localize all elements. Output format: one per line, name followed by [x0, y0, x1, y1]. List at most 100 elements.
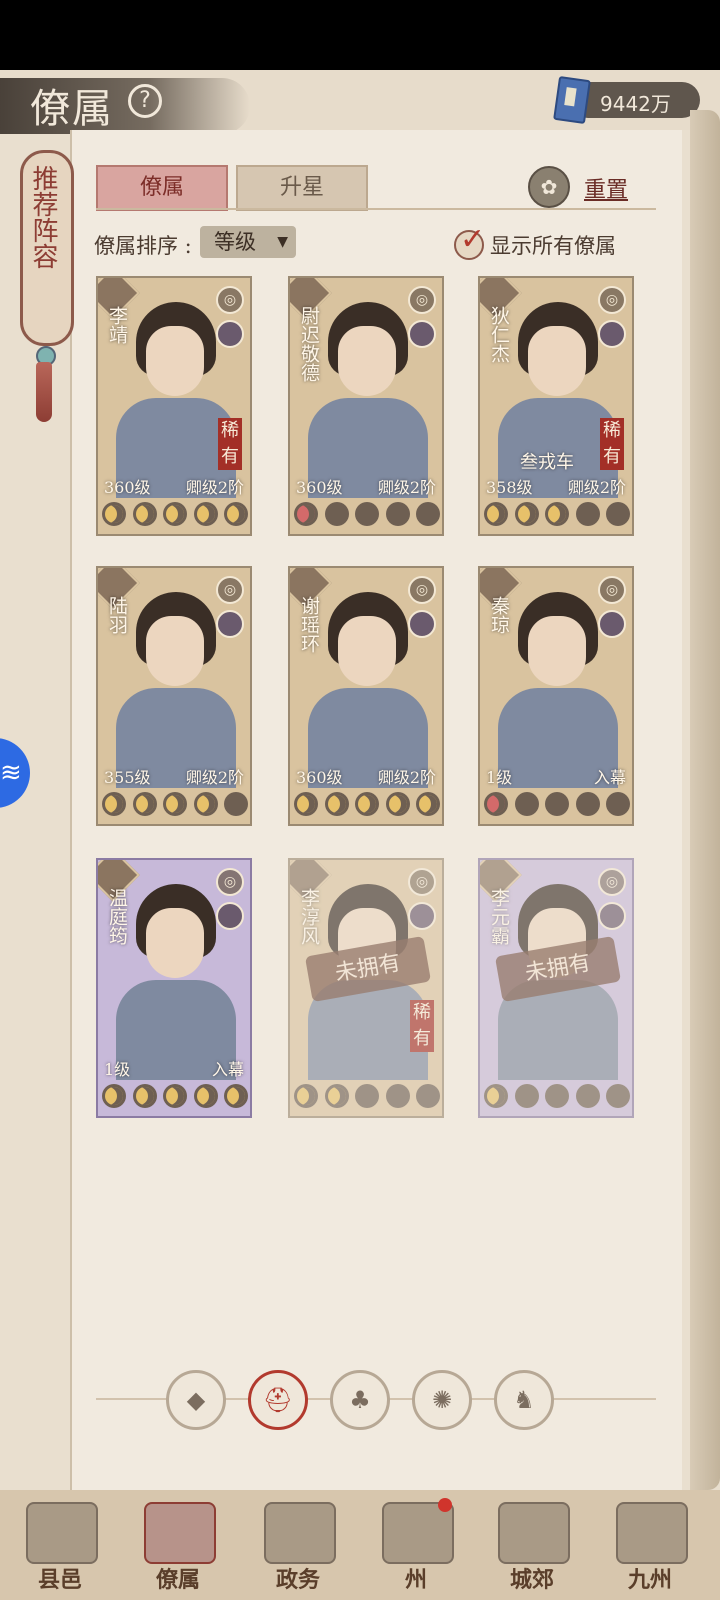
county-icon [26, 1502, 98, 1564]
star-row [294, 502, 440, 530]
mini-avatar-icon [598, 902, 626, 930]
nav-suburb[interactable]: 城郊 [482, 1498, 582, 1598]
hero-name: 李元霸 [488, 888, 510, 945]
moon-star-icon [514, 502, 539, 526]
hero-card[interactable]: ◎ 李元霸 未拥有 [478, 858, 634, 1118]
moon-star-icon [193, 1084, 218, 1108]
moon-star-icon [385, 792, 410, 816]
hero-card[interactable]: ◎ 谢瑶环 360级 卿级2阶 [288, 566, 444, 826]
shield-icon: ◎ [216, 286, 244, 314]
moon-star-icon [355, 1084, 379, 1108]
hero-level: 1级 [104, 1060, 131, 1079]
moon-star-icon [224, 1084, 248, 1108]
hero-card[interactable]: ◎ 温庭筠 1级 入幕 [96, 858, 252, 1118]
nav-label: 政务 [275, 1567, 320, 1593]
nav-label: 九州 [627, 1567, 672, 1593]
recommend-lineup-tag[interactable]: 推荐阵容 [20, 150, 74, 346]
nav-subordinates[interactable]: 僚属 [128, 1498, 228, 1598]
hero-name: 秦琼 [488, 596, 510, 634]
portrait-face [146, 326, 204, 396]
hero-rank: 卿级2阶 [567, 478, 626, 497]
nav-government[interactable]: 政务 [248, 1498, 348, 1598]
star-row [294, 1084, 440, 1112]
moon-star-icon [575, 1084, 600, 1108]
moon-star-icon [385, 1084, 410, 1108]
portrait-face [146, 616, 204, 686]
moon-star-icon [545, 1084, 569, 1108]
sort-dropdown[interactable]: 等级 ▼ [200, 226, 296, 258]
mini-avatar-icon [408, 902, 436, 930]
moon-star-icon [294, 502, 318, 526]
nav-county[interactable]: 县邑 [10, 1498, 110, 1598]
reset-button[interactable]: ✿ 重置 [528, 166, 658, 208]
moon-star-icon [163, 792, 187, 816]
moon-star-icon [132, 1084, 157, 1108]
currency-value: 9442万 [600, 92, 671, 116]
hero-name: 李淳风 [298, 888, 320, 945]
moon-star-icon [606, 502, 630, 526]
filter-helmet-icon[interactable]: ⛑ [248, 1370, 308, 1430]
hat-icon: ◎ [408, 868, 436, 896]
hero-card[interactable]: ◎ 李靖 稀有 360级 卿级2阶 [96, 276, 252, 536]
filter-diamond-icon[interactable]: ◆ [166, 1370, 226, 1430]
help-icon[interactable]: ? [128, 84, 162, 118]
moon-star-icon [416, 502, 440, 526]
rare-badge: 稀有 [600, 418, 624, 470]
moon-star-icon [102, 792, 126, 816]
chevron-down-icon: ▼ [277, 234, 288, 250]
tab-subordinates[interactable]: 僚属 [96, 165, 228, 211]
hero-level: 360级 [296, 478, 343, 497]
hero-rank: 卿级2阶 [185, 478, 244, 497]
moon-star-icon [416, 792, 440, 816]
hero-card[interactable]: ◎ 尉迟敬德 360级 卿级2阶 [288, 276, 444, 536]
hero-card[interactable]: ◎ 秦琼 1级 入幕 [478, 566, 634, 826]
hero-name: 温庭筠 [106, 888, 128, 945]
tab-upgrade-star[interactable]: 升星 [236, 165, 368, 211]
moon-star-icon [514, 792, 539, 816]
mini-avatar-icon [598, 320, 626, 348]
hero-level: 1级 [486, 768, 513, 787]
star-row [484, 1084, 630, 1112]
moon-star-icon [294, 1084, 318, 1108]
mini-avatar-icon [598, 610, 626, 638]
star-row [102, 792, 248, 820]
nav-state[interactable]: 州 [366, 1498, 466, 1598]
moon-star-icon [294, 792, 318, 816]
nav-nine-provinces[interactable]: 九州 [600, 1498, 700, 1598]
mini-avatar-icon [216, 902, 244, 930]
hero-card[interactable]: ◎ 李淳风 稀有 未拥有 [288, 858, 444, 1118]
filter-gourd-icon[interactable]: ♣ [330, 1370, 390, 1430]
moon-star-icon [575, 792, 600, 816]
moon-star-icon [193, 792, 218, 816]
hero-rank: 入幕 [211, 1060, 244, 1079]
tree-icon [498, 1502, 570, 1564]
hero-card[interactable]: ◎ 狄仁杰 稀有 叁戎车 358级 卿级2阶 [478, 276, 634, 536]
mini-avatar-icon [216, 320, 244, 348]
moon-star-icon [385, 502, 410, 526]
currency-counter[interactable]: 9442万 [553, 75, 700, 125]
reset-label: 重置 [584, 178, 629, 203]
hero-level: 355级 [104, 768, 151, 787]
mini-avatar-icon [408, 320, 436, 348]
sort-dropdown-value: 等级 [214, 230, 256, 254]
moon-star-icon [324, 1084, 349, 1108]
filter-fan-icon[interactable]: ✺ [412, 1370, 472, 1430]
moon-star-icon [484, 502, 508, 526]
moon-star-icon [514, 1084, 539, 1108]
filter-horse-icon[interactable]: ♞ [494, 1370, 554, 1430]
hero-card[interactable]: ◎ 陆羽 355级 卿级2阶 [96, 566, 252, 826]
show-all-checkbox[interactable]: ✓ [454, 222, 485, 260]
side-float-button[interactable]: ≋ [0, 738, 30, 808]
sort-label: 僚属排序 : [94, 234, 192, 258]
star-row [102, 502, 248, 530]
show-all-toggle[interactable]: ✓ 显示所有僚属 [454, 222, 674, 260]
portrait-face [338, 616, 396, 686]
map-icon [616, 1502, 688, 1564]
portrait-face [528, 326, 586, 396]
hat-icon: ◎ [216, 576, 244, 604]
hero-name: 尉迟敬德 [298, 306, 320, 382]
hero-name: 狄仁杰 [488, 306, 510, 363]
hero-rank: 卿级2阶 [185, 768, 244, 787]
star-row [294, 792, 440, 820]
show-all-label: 显示所有僚属 [490, 234, 616, 258]
